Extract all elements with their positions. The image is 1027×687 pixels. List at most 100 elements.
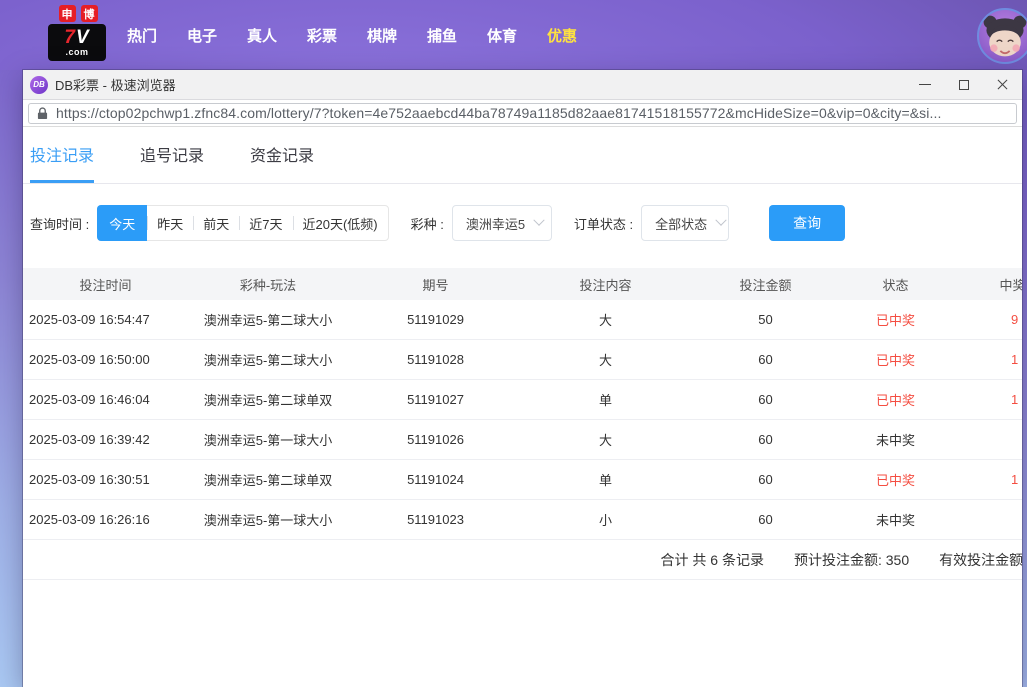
table-row-2: 2025-03-09 16:46:04 澳洲幸运5-第二球单双 51191027… — [23, 380, 1022, 420]
cell-bet-time-4: 2025-03-09 16:30:51 — [23, 472, 188, 487]
tab-0[interactable]: 投注记录 — [30, 127, 94, 183]
logo-com: .com — [65, 48, 88, 57]
table-row-4: 2025-03-09 16:30:51 澳洲幸运5-第二球单双 51191024… — [23, 460, 1022, 500]
browser-urlbar: https://ctop02pchwp1.zfnc84.com/lottery/… — [23, 100, 1022, 127]
nav-item-4[interactable]: 棋牌 — [352, 25, 412, 46]
logo-v: V — [76, 27, 90, 48]
tab-2[interactable]: 资金记录 — [250, 127, 314, 183]
cell-prize-1: 1 — [948, 352, 1022, 367]
cell-bet-time-2: 2025-03-09 16:46:04 — [23, 392, 188, 407]
lottery-select[interactable]: 澳洲幸运5 — [452, 205, 552, 241]
cell-issue-3: 51191026 — [348, 432, 523, 447]
cell-prize-0: 9 — [948, 312, 1022, 327]
maximize-icon — [959, 80, 969, 90]
url-text: https://ctop02pchwp1.zfnc84.com/lottery/… — [56, 105, 941, 121]
header-bet-content: 投注内容 — [523, 275, 688, 294]
header-prize: 中奖金额 — [948, 275, 1022, 294]
cell-prize-2: 1 — [948, 392, 1022, 407]
header-game-play: 彩种-玩法 — [188, 275, 348, 294]
cell-game-play-2: 澳洲幸运5-第二球单双 — [188, 390, 348, 409]
order-status-select[interactable]: 全部状态 — [641, 205, 729, 241]
logo-7: 7 — [64, 27, 76, 48]
time-option-3[interactable]: 近7天 — [239, 206, 292, 240]
header-issue: 期号 — [348, 275, 523, 294]
cell-status-4: 已中奖 — [843, 470, 948, 489]
cell-bet-amount-4: 60 — [688, 472, 843, 487]
header-status: 状态 — [843, 275, 948, 294]
browser-window: DB DB彩票 - 极速浏览器 https://ctop02pchwp1.zfn… — [23, 70, 1022, 687]
user-avatar[interactable] — [977, 8, 1027, 64]
chevron-down-icon — [533, 215, 544, 226]
cell-bet-content-1: 大 — [523, 350, 688, 369]
logo-box: 7V .com — [48, 24, 106, 61]
nav-item-5[interactable]: 捕鱼 — [412, 25, 472, 46]
summary-expected-amount: 预计投注金额: 350 — [794, 550, 909, 570]
db-favicon-icon: DB — [30, 76, 48, 94]
table-row-3: 2025-03-09 16:39:42 澳洲幸运5-第一球大小 51191026… — [23, 420, 1022, 460]
nav-item-3[interactable]: 彩票 — [292, 25, 352, 46]
record-tabs: 投注记录 追号记录 资金记录 — [23, 127, 1022, 184]
cell-game-play-3: 澳洲幸运5-第一球大小 — [188, 430, 348, 449]
tab-1[interactable]: 追号记录 — [140, 127, 204, 183]
minimize-icon — [919, 84, 931, 85]
cell-bet-amount-1: 60 — [688, 352, 843, 367]
nav-item-2[interactable]: 真人 — [232, 25, 292, 46]
site-nav-items: 热门 电子 真人 彩票 棋牌 捕鱼 体育 优惠 — [112, 0, 592, 70]
chevron-down-icon — [715, 215, 726, 226]
table-row-5: 2025-03-09 16:26:16 澳洲幸运5-第一球大小 51191023… — [23, 500, 1022, 540]
cell-issue-5: 51191023 — [348, 512, 523, 527]
cell-status-3: 未中奖 — [843, 430, 948, 449]
bet-records-table: 投注时间 彩种-玩法 期号 投注内容 投注金额 状态 中奖金额 2025-03-… — [23, 268, 1022, 580]
time-option-2[interactable]: 前天 — [193, 206, 239, 240]
status-filter-label: 订单状态 : — [574, 214, 633, 233]
search-button[interactable]: 查询 — [769, 205, 845, 241]
maximize-button[interactable] — [944, 70, 983, 99]
logo-tag-bo: 博 — [81, 5, 98, 22]
cell-issue-0: 51191029 — [348, 312, 523, 327]
time-option-4[interactable]: 近20天(低频) — [293, 206, 388, 240]
cell-bet-content-4: 单 — [523, 470, 688, 489]
header-bet-amount: 投注金额 — [688, 275, 843, 294]
minimize-button[interactable] — [905, 70, 944, 99]
window-title: DB彩票 - 极速浏览器 — [55, 75, 176, 94]
cell-game-play-0: 澳洲幸运5-第二球大小 — [188, 310, 348, 329]
cell-game-play-4: 澳洲幸运5-第二球单双 — [188, 470, 348, 489]
site-logo[interactable]: 申 博 7V .com — [48, 5, 108, 61]
time-option-0[interactable]: 今天 — [97, 205, 147, 241]
nav-item-7[interactable]: 优惠 — [532, 25, 592, 46]
nav-item-6[interactable]: 体育 — [472, 25, 532, 46]
filter-bar: 查询时间 : 今天 昨天 前天 近7天 近20天(低频) 彩种 : 澳洲幸运5 — [30, 205, 1022, 241]
cell-prize-4: 1 — [948, 472, 1022, 487]
time-option-1[interactable]: 昨天 — [147, 206, 193, 240]
logo-tag-shen: 申 — [59, 5, 76, 22]
lottery-filter-label: 彩种 : — [411, 214, 444, 233]
cell-status-5: 未中奖 — [843, 510, 948, 529]
table-summary-row: 合计 共 6 条记录 预计投注金额: 350 有效投注金额: — [23, 540, 1022, 580]
casino-top-nav: 申 博 7V .com 热门 电子 真人 彩票 棋牌 捕鱼 体育 优惠 — [0, 0, 1027, 70]
window-titlebar: DB DB彩票 - 极速浏览器 — [23, 70, 1022, 100]
cell-status-0: 已中奖 — [843, 310, 948, 329]
window-controls — [905, 70, 1022, 99]
page-content: 投注记录 追号记录 资金记录 查询时间 : 今天 昨天 前天 近7天 近20天(… — [23, 127, 1022, 687]
summary-valid-amount: 有效投注金额: — [939, 550, 1022, 570]
cell-issue-4: 51191024 — [348, 472, 523, 487]
cell-status-1: 已中奖 — [843, 350, 948, 369]
header-bet-time: 投注时间 — [23, 275, 188, 294]
cell-bet-time-0: 2025-03-09 16:54:47 — [23, 312, 188, 327]
close-icon — [996, 78, 1009, 91]
cell-bet-content-5: 小 — [523, 510, 688, 529]
cell-bet-amount-0: 50 — [688, 312, 843, 327]
cell-bet-content-0: 大 — [523, 310, 688, 329]
table-row-1: 2025-03-09 16:50:00 澳洲幸运5-第二球大小 51191028… — [23, 340, 1022, 380]
nav-item-0[interactable]: 热门 — [112, 25, 172, 46]
cell-bet-content-2: 单 — [523, 390, 688, 409]
lottery-select-value: 澳洲幸运5 — [466, 214, 525, 233]
close-button[interactable] — [983, 70, 1022, 99]
nav-item-1[interactable]: 电子 — [172, 25, 232, 46]
address-bar[interactable]: https://ctop02pchwp1.zfnc84.com/lottery/… — [28, 103, 1017, 124]
cell-game-play-1: 澳洲幸运5-第二球大小 — [188, 350, 348, 369]
cell-issue-2: 51191027 — [348, 392, 523, 407]
cell-bet-time-3: 2025-03-09 16:39:42 — [23, 432, 188, 447]
time-filter-label: 查询时间 : — [30, 214, 89, 233]
cell-bet-amount-2: 60 — [688, 392, 843, 407]
